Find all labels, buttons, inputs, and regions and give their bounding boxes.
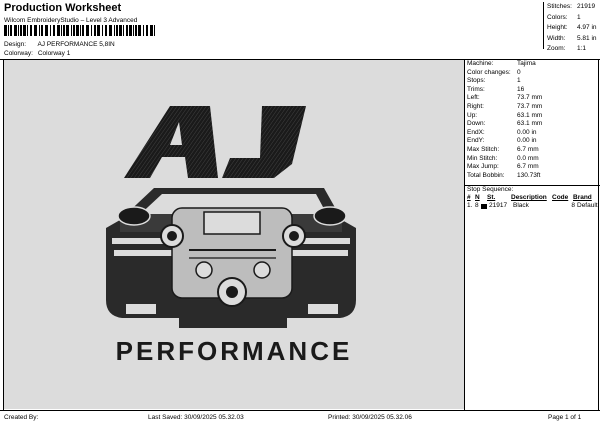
detail-value: Tajima <box>517 60 536 67</box>
detail-label: Total Bobbin: <box>467 171 505 179</box>
detail-value: 16 <box>517 85 525 93</box>
summary-height: Height: 4.97 in <box>547 24 597 31</box>
detail-label: Trims: <box>467 85 485 93</box>
detail-row: Up: 63.1 mm <box>465 112 600 121</box>
detail-label: EndX: <box>467 128 485 136</box>
design-details-panel: Machine: Tajima Color changes: 0 Stops: 1 Trim… <box>465 60 600 180</box>
detail-value: 1 <box>517 77 521 85</box>
detail-row: Left: 73.7 mm <box>465 94 600 103</box>
detail-value: 6.7 mm <box>517 163 539 171</box>
detail-value: 73.7 mm <box>517 94 543 102</box>
barcode <box>4 25 155 36</box>
summary-colors: Colors: 1 <box>547 13 581 21</box>
detail-label: Right: <box>467 102 484 110</box>
detail-label: Max Jump: <box>467 163 499 171</box>
colorway-row: Colorway: Colorway 1 <box>4 50 70 58</box>
colorway-label: Colorway: <box>4 50 33 57</box>
detail-label: Min Stitch: <box>467 154 498 162</box>
summary-width: Width: 5.81 in <box>547 34 597 42</box>
detail-label: Max Stitch: <box>467 145 500 153</box>
detail-row: Min Stitch: 0.0 mm <box>465 155 600 164</box>
software-name: Wilcom EmbroideryStudio – Level 3 Advanc… <box>4 17 138 24</box>
summary-zoom: Zoom: 1:1 <box>547 45 587 52</box>
created-by: Created By: <box>4 414 39 421</box>
last-saved: Last Saved: 30/09/2025 05.32.03 <box>148 414 244 421</box>
car-art <box>106 188 356 328</box>
detail-value: 130.73ft <box>517 171 541 179</box>
detail-row: EndX: 0.00 in <box>465 129 600 138</box>
detail-row: Down: 63.1 mm <box>465 120 600 129</box>
detail-row: Stops: 1 <box>465 77 600 86</box>
performance-lettering: PERFORMANCE <box>116 336 353 366</box>
col-index: # <box>467 194 471 201</box>
detail-value: 73.7 mm <box>517 102 543 110</box>
col-code: Code <box>552 194 569 201</box>
stop-sequence-header: # N St. Description Code Brand <box>465 194 600 202</box>
detail-value: 6.7 mm <box>517 145 539 153</box>
detail-row: Total Bobbin: 130.73ft <box>465 172 600 181</box>
footer: Created By: Last Saved: 30/09/2025 05.32… <box>0 412 600 424</box>
stop-sequence-title: Stop Sequence: <box>467 186 514 193</box>
detail-row: Max Stitch: 6.7 mm <box>465 146 600 155</box>
detail-value: 0 <box>517 68 521 76</box>
colorway-name: Colorway 1 <box>37 50 71 57</box>
detail-label: Color changes: <box>467 68 511 76</box>
detail-value: 63.1 mm <box>517 111 543 119</box>
detail-label: EndY: <box>467 137 485 145</box>
detail-value: 0.0 mm <box>517 154 539 162</box>
stop-sequence-row: 1. 8 21917 Black 8 Default <box>467 202 598 209</box>
summary-box: Stitches: 21919 Colors: 1 Height: 4.97 in W… <box>543 2 600 52</box>
detail-row: Max Jump: 6.7 mm <box>465 163 600 172</box>
detail-label: Machine: <box>467 60 494 67</box>
worksheet-title: Production Worksheet <box>4 2 122 14</box>
page-number: Page 1 of 1 <box>548 414 582 421</box>
stop-sequence-panel: Stop Sequence: # N St. Description Code … <box>465 186 600 210</box>
detail-label: Left: <box>467 94 480 102</box>
printed-date: Printed: 30/09/2025 05.32.06 <box>328 414 412 421</box>
thread-color-swatch <box>481 203 487 209</box>
aj-letters-art <box>124 106 306 178</box>
design-name-row: Design: AJ PERFORMANCE 5,8IN <box>4 41 115 49</box>
detail-row: Trims: 16 <box>465 86 600 95</box>
detail-value: 0.00 in <box>517 137 537 145</box>
design-name: AJ PERFORMANCE 5,8IN <box>37 41 115 48</box>
detail-label: Up: <box>467 111 478 119</box>
summary-stitches: Stitches: 21919 <box>547 3 596 10</box>
design-preview: PERFORMANCE <box>4 60 464 409</box>
detail-label: Down: <box>467 120 486 128</box>
detail-label: Stops: <box>467 77 486 85</box>
design-label: Design: <box>4 41 27 48</box>
production-worksheet: Production Worksheet Wilcom EmbroiderySt… <box>0 0 600 424</box>
detail-value: 63.1 mm <box>517 120 543 128</box>
footer-divider <box>0 410 600 411</box>
col-description: Description <box>511 194 547 201</box>
col-needle: N <box>475 194 480 201</box>
col-stitches: St. <box>487 194 496 201</box>
col-brand: Brand <box>573 194 592 201</box>
details-list: Machine: Tajima Color changes: 0 Stops: 1 Trim… <box>465 60 600 180</box>
embroidery-design-art: PERFORMANCE <box>106 106 356 366</box>
detail-value: 0.00 in <box>517 128 537 136</box>
detail-row: Machine: Tajima <box>465 60 600 69</box>
detail-row: EndY: 0.00 in <box>465 137 600 146</box>
detail-row: Right: 73.7 mm <box>465 103 600 112</box>
detail-row: Color changes: 0 <box>465 69 600 78</box>
